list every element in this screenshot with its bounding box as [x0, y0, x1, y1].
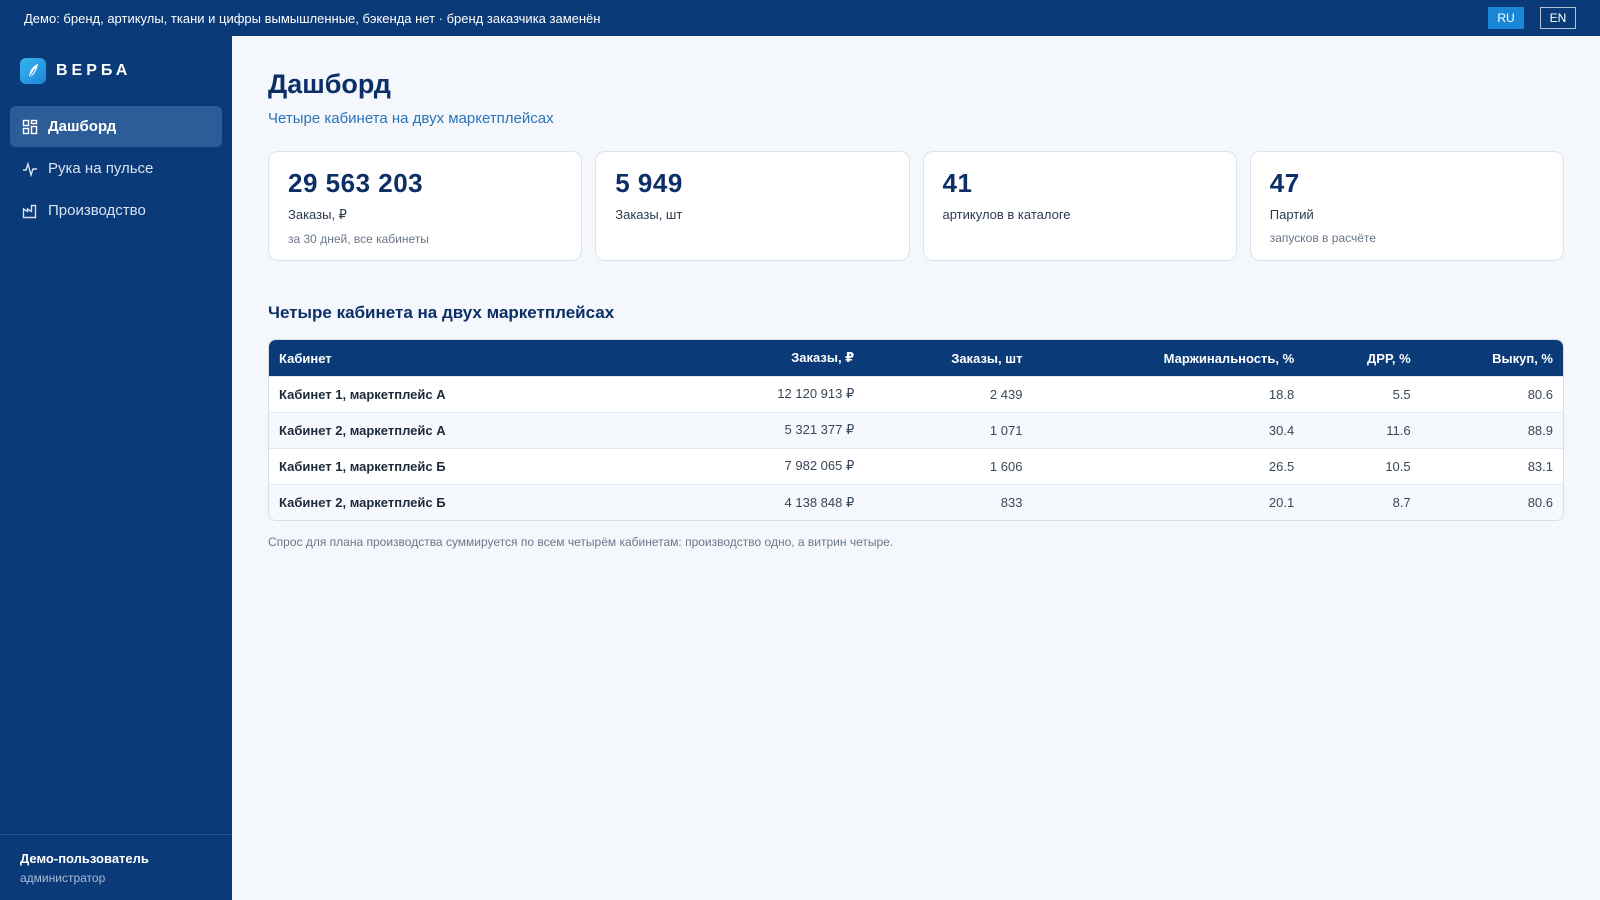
- table-cell: 7 982 065 ₽: [708, 447, 865, 485]
- table-cell: Кабинет 1, маркетплейс Б: [269, 447, 709, 485]
- table-cell: Кабинет 1, маркетплейс А: [269, 375, 709, 413]
- sidebar-item-production[interactable]: Производство: [10, 190, 222, 231]
- sidebar: ВЕРБА Дашборд Рука на пульсе Производств…: [0, 36, 232, 900]
- table-cell: 4 138 848 ₽: [708, 483, 865, 521]
- table-cell: 1 606: [864, 447, 1033, 485]
- table-cell: 5.5: [1304, 375, 1421, 413]
- table-cell: 18.8: [1032, 375, 1305, 413]
- kpi-label: Партий: [1269, 207, 1314, 223]
- kpi-card-batches: 47 Партий запусков в расчёте: [1249, 151, 1564, 262]
- logo[interactable]: ВЕРБА: [0, 36, 232, 106]
- table-cell: Кабинет 2, маркетплейс Б: [269, 483, 709, 521]
- column-header[interactable]: Выкуп, %: [1420, 340, 1563, 377]
- language-ru-button[interactable]: RU: [1488, 7, 1524, 29]
- factory-icon: [22, 203, 38, 219]
- table-cell: 11.6: [1304, 411, 1421, 449]
- table-row[interactable]: Кабинет 1, маркетплейс А 12 120 913 ₽ 2 …: [269, 375, 1563, 413]
- kpi-value: 47: [1269, 168, 1300, 199]
- table-header-row: Кабинет Заказы, ₽ Заказы, шт Маржинально…: [269, 340, 1563, 377]
- table-cell: 2 439: [864, 375, 1033, 413]
- kpi-card-articles: 41 артикулов в каталоге: [922, 151, 1237, 262]
- user-role: администратор: [20, 871, 106, 885]
- table-cell: 80.6: [1420, 483, 1563, 521]
- grid-icon: [22, 119, 38, 135]
- language-en-button[interactable]: EN: [1540, 7, 1576, 29]
- table-cell: Кабинет 2, маркетплейс А: [269, 411, 709, 449]
- leaf-icon: [20, 58, 46, 84]
- sidebar-nav: Дашборд Рука на пульсе Производство: [0, 106, 232, 231]
- column-header[interactable]: Заказы, шт: [864, 340, 1033, 377]
- kpi-cards: 29 563 203 Заказы, ₽ за 30 дней, все каб…: [268, 151, 1564, 262]
- table-cell: 30.4: [1032, 411, 1305, 449]
- table-cell: 88.9: [1420, 411, 1563, 449]
- table-title: Четыре кабинета на двух маркетплейсах: [268, 303, 615, 323]
- table-cell: 833: [864, 483, 1033, 521]
- kpi-hint: за 30 дней, все кабинеты: [288, 232, 429, 247]
- table-cell: 80.6: [1420, 375, 1563, 413]
- kpi-label: артикулов в каталоге: [942, 207, 1071, 223]
- sidebar-item-dashboard[interactable]: Дашборд: [10, 106, 222, 147]
- demo-notice: Демо: бренд, артикулы, ткани и цифры вым…: [24, 10, 601, 26]
- kpi-label: Заказы, шт: [615, 207, 683, 223]
- table-footnote: Спрос для плана производства суммируется…: [268, 535, 894, 550]
- kpi-value: 41: [942, 168, 973, 199]
- demo-banner: Демо: бренд, артикулы, ткани и цифры вым…: [0, 0, 1600, 36]
- table-cell: 1 071: [864, 411, 1033, 449]
- sidebar-item-label: Рука на пульсе: [48, 160, 154, 177]
- pulse-icon: [22, 161, 38, 177]
- sidebar-item-label: Дашборд: [48, 118, 117, 135]
- user-name: Демо-пользователь: [20, 851, 149, 866]
- table-cell: 8.7: [1304, 483, 1421, 521]
- table-cell: 5 321 377 ₽: [708, 411, 865, 449]
- table-cell: 26.5: [1032, 447, 1305, 485]
- table-row[interactable]: Кабинет 2, маркетплейс А 5 321 377 ₽ 1 0…: [269, 411, 1563, 449]
- kpi-value: 5 949: [615, 168, 683, 199]
- table-row[interactable]: Кабинет 2, маркетплейс Б 4 138 848 ₽ 833…: [269, 483, 1563, 521]
- cabinets-table: Кабинет Заказы, ₽ Заказы, шт Маржинально…: [268, 339, 1564, 522]
- kpi-label: Заказы, ₽: [288, 207, 347, 223]
- main-content: Дашборд Четыре кабинета на двух маркетпл…: [232, 36, 1600, 900]
- column-header[interactable]: ДРР, %: [1304, 340, 1421, 377]
- kpi-card-orders-pcs: 5 949 Заказы, шт: [595, 151, 910, 262]
- table-cell: 20.1: [1032, 483, 1305, 521]
- table-row[interactable]: Кабинет 1, маркетплейс Б 7 982 065 ₽ 1 6…: [269, 447, 1563, 485]
- table-cell: 12 120 913 ₽: [708, 375, 865, 413]
- sidebar-item-pulse[interactable]: Рука на пульсе: [10, 148, 222, 189]
- column-header[interactable]: Маржинальность, %: [1032, 340, 1305, 377]
- logo-text: ВЕРБА: [56, 62, 132, 79]
- user-profile[interactable]: Демо-пользователь администратор: [0, 834, 232, 900]
- kpi-hint: запусков в расчёте: [1269, 231, 1376, 246]
- kpi-card-orders-rub: 29 563 203 Заказы, ₽ за 30 дней, все каб…: [268, 151, 583, 262]
- language-switcher: RU EN: [1488, 7, 1576, 29]
- column-header[interactable]: Кабинет: [269, 340, 709, 377]
- table-cell: 10.5: [1304, 447, 1421, 485]
- kpi-value: 29 563 203: [288, 168, 424, 199]
- page-title: Дашборд: [268, 69, 391, 99]
- page-subtitle: Четыре кабинета на двух маркетплейсах: [268, 110, 554, 128]
- table-cell: 83.1: [1420, 447, 1563, 485]
- column-header[interactable]: Заказы, ₽: [708, 340, 865, 377]
- sidebar-item-label: Производство: [48, 202, 146, 219]
